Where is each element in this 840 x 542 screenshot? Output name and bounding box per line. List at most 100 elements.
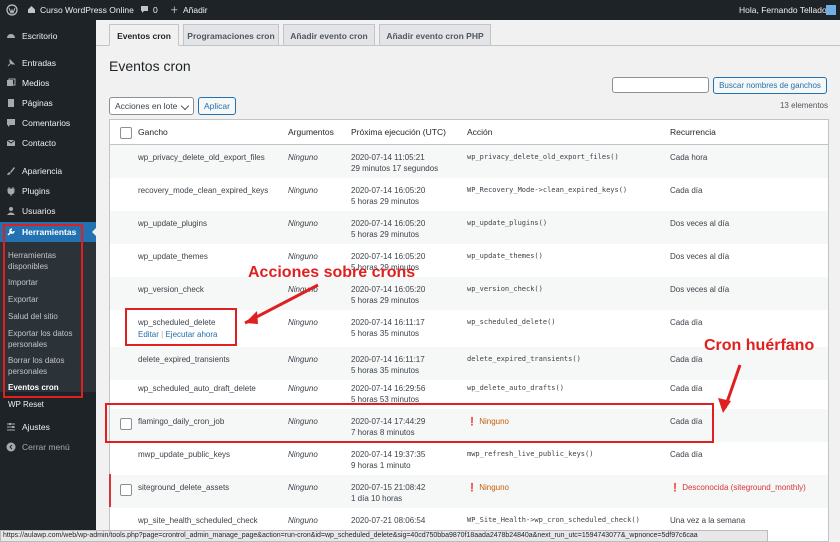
new-content-link[interactable]: Añadir <box>183 0 208 20</box>
hook-name: wp_update_plugins <box>138 219 207 228</box>
sidebar-item-entradas[interactable]: Entradas <box>0 54 96 72</box>
next-run: 2020-07-21 08:06:54 <box>351 516 426 525</box>
recurrence: ❗ Desconocida (siteground_monthly) <box>670 483 806 492</box>
tab-anadir-evento-cron[interactable]: Añadir evento cron <box>283 24 375 46</box>
action: wp_update_plugins() <box>467 219 548 227</box>
args: Ninguno <box>288 318 318 327</box>
recurrence: Cada hora <box>670 153 708 162</box>
column-header-accion: Acción <box>467 127 493 137</box>
home-icon <box>27 0 36 20</box>
page-title: Eventos cron <box>109 58 191 74</box>
brush-icon <box>7 167 15 175</box>
action: delete_expired_transients() <box>467 355 581 363</box>
search-input[interactable] <box>612 77 709 93</box>
sidebar-item-contacto[interactable]: Contacto <box>0 134 96 152</box>
table-row: wp_update_plugins Ninguno 2020-07-14 16:… <box>110 211 828 244</box>
args: Ninguno <box>288 285 318 294</box>
action: WP_Site_Health->wp_cron_scheduled_check(… <box>467 516 640 524</box>
column-header-proxima-ejecucion[interactable]: Próxima ejecución (UTC) <box>351 120 446 144</box>
recurrence: Dos veces al día <box>670 285 730 294</box>
hook-name: wp_scheduled_auto_draft_delete <box>138 384 256 393</box>
bulk-actions-select[interactable]: Acciones en lote <box>109 97 194 115</box>
dashboard-icon <box>7 34 15 38</box>
tab-programaciones-cron[interactable]: Programaciones cron <box>183 24 279 46</box>
row-checkbox[interactable] <box>120 484 132 496</box>
args: Ninguno <box>288 450 318 459</box>
hook-name: wp_privacy_delete_old_export_files <box>138 153 265 162</box>
collapse-icon <box>6 442 16 452</box>
items-count: 13 elementos <box>779 101 828 110</box>
hook-name: delete_expired_transients <box>138 355 230 364</box>
avatar[interactable] <box>826 0 836 20</box>
action: WP_Recovery_Mode->clean_expired_keys() <box>467 186 628 194</box>
sidebar-item-ajustes[interactable]: Ajustes <box>0 418 96 436</box>
comment-icon[interactable] <box>140 0 149 20</box>
column-header-gancho[interactable]: Gancho <box>138 120 168 144</box>
args: Ninguno <box>288 384 318 393</box>
sidebar-item-paginas[interactable]: Páginas <box>0 94 96 112</box>
column-header-recurrencia[interactable]: Recurrencia <box>670 120 716 144</box>
action: wp_update_themes() <box>467 252 543 260</box>
args: Ninguno <box>288 355 318 364</box>
table-row: wp_update_themes Ninguno 2020-07-14 16:0… <box>110 244 828 277</box>
plugin-icon <box>7 187 15 196</box>
sliders-icon <box>7 423 15 431</box>
warning-icon: ❗ <box>670 483 680 492</box>
sidebar-item-escritorio[interactable]: Escritorio <box>0 27 96 45</box>
page-icon <box>8 99 14 107</box>
annotation-cron-huerfano: Cron huérfano <box>704 337 815 354</box>
collapse-menu-button[interactable]: Cerrar menú <box>0 438 96 456</box>
sidebar-item-comentarios[interactable]: Comentarios <box>0 114 96 132</box>
pin-icon <box>7 58 16 67</box>
action: wp_privacy_delete_old_export_files() <box>467 153 619 161</box>
plus-icon[interactable]: ＋ <box>170 0 179 20</box>
media-icon <box>7 78 16 86</box>
recurrence: Cada día <box>670 318 703 327</box>
warning-icon: ❗ <box>467 483 477 492</box>
hook-name: wp_update_themes <box>138 252 208 261</box>
sidebar-item-plugins[interactable]: Plugins <box>0 182 96 200</box>
annotation-acciones-sobre-crons: Acciones sobre crons <box>248 264 416 281</box>
hook-name: mwp_update_public_keys <box>138 450 231 459</box>
recurrence: Cada día <box>670 186 703 195</box>
apply-button[interactable]: Aplicar <box>198 97 236 115</box>
error-row-indicator <box>109 474 111 507</box>
next-run: 2020-07-14 19:37:35 9 horas 1 minuto <box>351 450 426 470</box>
action: wp_version_check() <box>467 285 543 293</box>
tab-eventos-cron[interactable]: Eventos cron <box>109 24 179 46</box>
site-name-link[interactable]: Curso WordPress Online <box>40 0 134 20</box>
table-row: mwp_update_public_keys Ninguno 2020-07-1… <box>110 442 828 475</box>
next-run: 2020-07-14 16:05:20 5 horas 29 minutos <box>351 285 426 305</box>
select-all-checkbox[interactable] <box>120 127 132 139</box>
hook-name: wp_site_health_scheduled_check <box>138 516 258 525</box>
next-run: 2020-07-14 16:05:20 5 horas 29 minutos <box>351 186 426 206</box>
bulk-actions-value: Acciones en lote <box>115 101 178 111</box>
sidebar-item-apariencia[interactable]: Apariencia <box>0 162 96 180</box>
args: Ninguno <box>288 153 318 162</box>
greeting[interactable]: Hola, Fernando Tellado <box>739 0 827 20</box>
highlight-orphan-cron <box>105 403 714 443</box>
hook-name: recovery_mode_clean_expired_keys <box>138 186 269 195</box>
recurrence: Una vez a la semana <box>670 516 746 525</box>
hook-name: wp_version_check <box>138 285 204 294</box>
comment-icon <box>7 119 15 127</box>
args: Ninguno <box>288 219 318 228</box>
recurrence: Cada día <box>670 384 703 393</box>
args: Ninguno <box>288 186 318 195</box>
chevron-down-icon <box>180 101 190 111</box>
sidebar-item-wp-reset[interactable]: WP Reset <box>0 396 96 414</box>
action: wp_scheduled_delete() <box>467 318 556 326</box>
browser-status-url: https://aulawp.com/web/wp-admin/tools.ph… <box>0 530 768 542</box>
next-run: 2020-07-14 16:29:56 5 horas 53 minutos <box>351 384 426 404</box>
sidebar-item-usuarios[interactable]: Usuarios <box>0 202 96 220</box>
recurrence: Dos veces al día <box>670 252 730 261</box>
sidebar-item-medios[interactable]: Medios <box>0 74 96 92</box>
wordpress-icon[interactable] <box>6 0 18 20</box>
comments-count[interactable]: 0 <box>153 0 158 20</box>
user-icon <box>7 207 15 215</box>
recurrence: Cada día <box>670 355 703 364</box>
tab-anadir-evento-cron-php[interactable]: Añadir evento cron PHP <box>379 24 491 46</box>
search-hooks-button[interactable]: Buscar nombres de ganchos <box>713 77 827 94</box>
next-run: 2020-07-15 21:08:42 1 día 10 horas <box>351 483 426 503</box>
next-run: 2020-07-14 16:11:17 5 horas 35 minutos <box>351 318 425 338</box>
